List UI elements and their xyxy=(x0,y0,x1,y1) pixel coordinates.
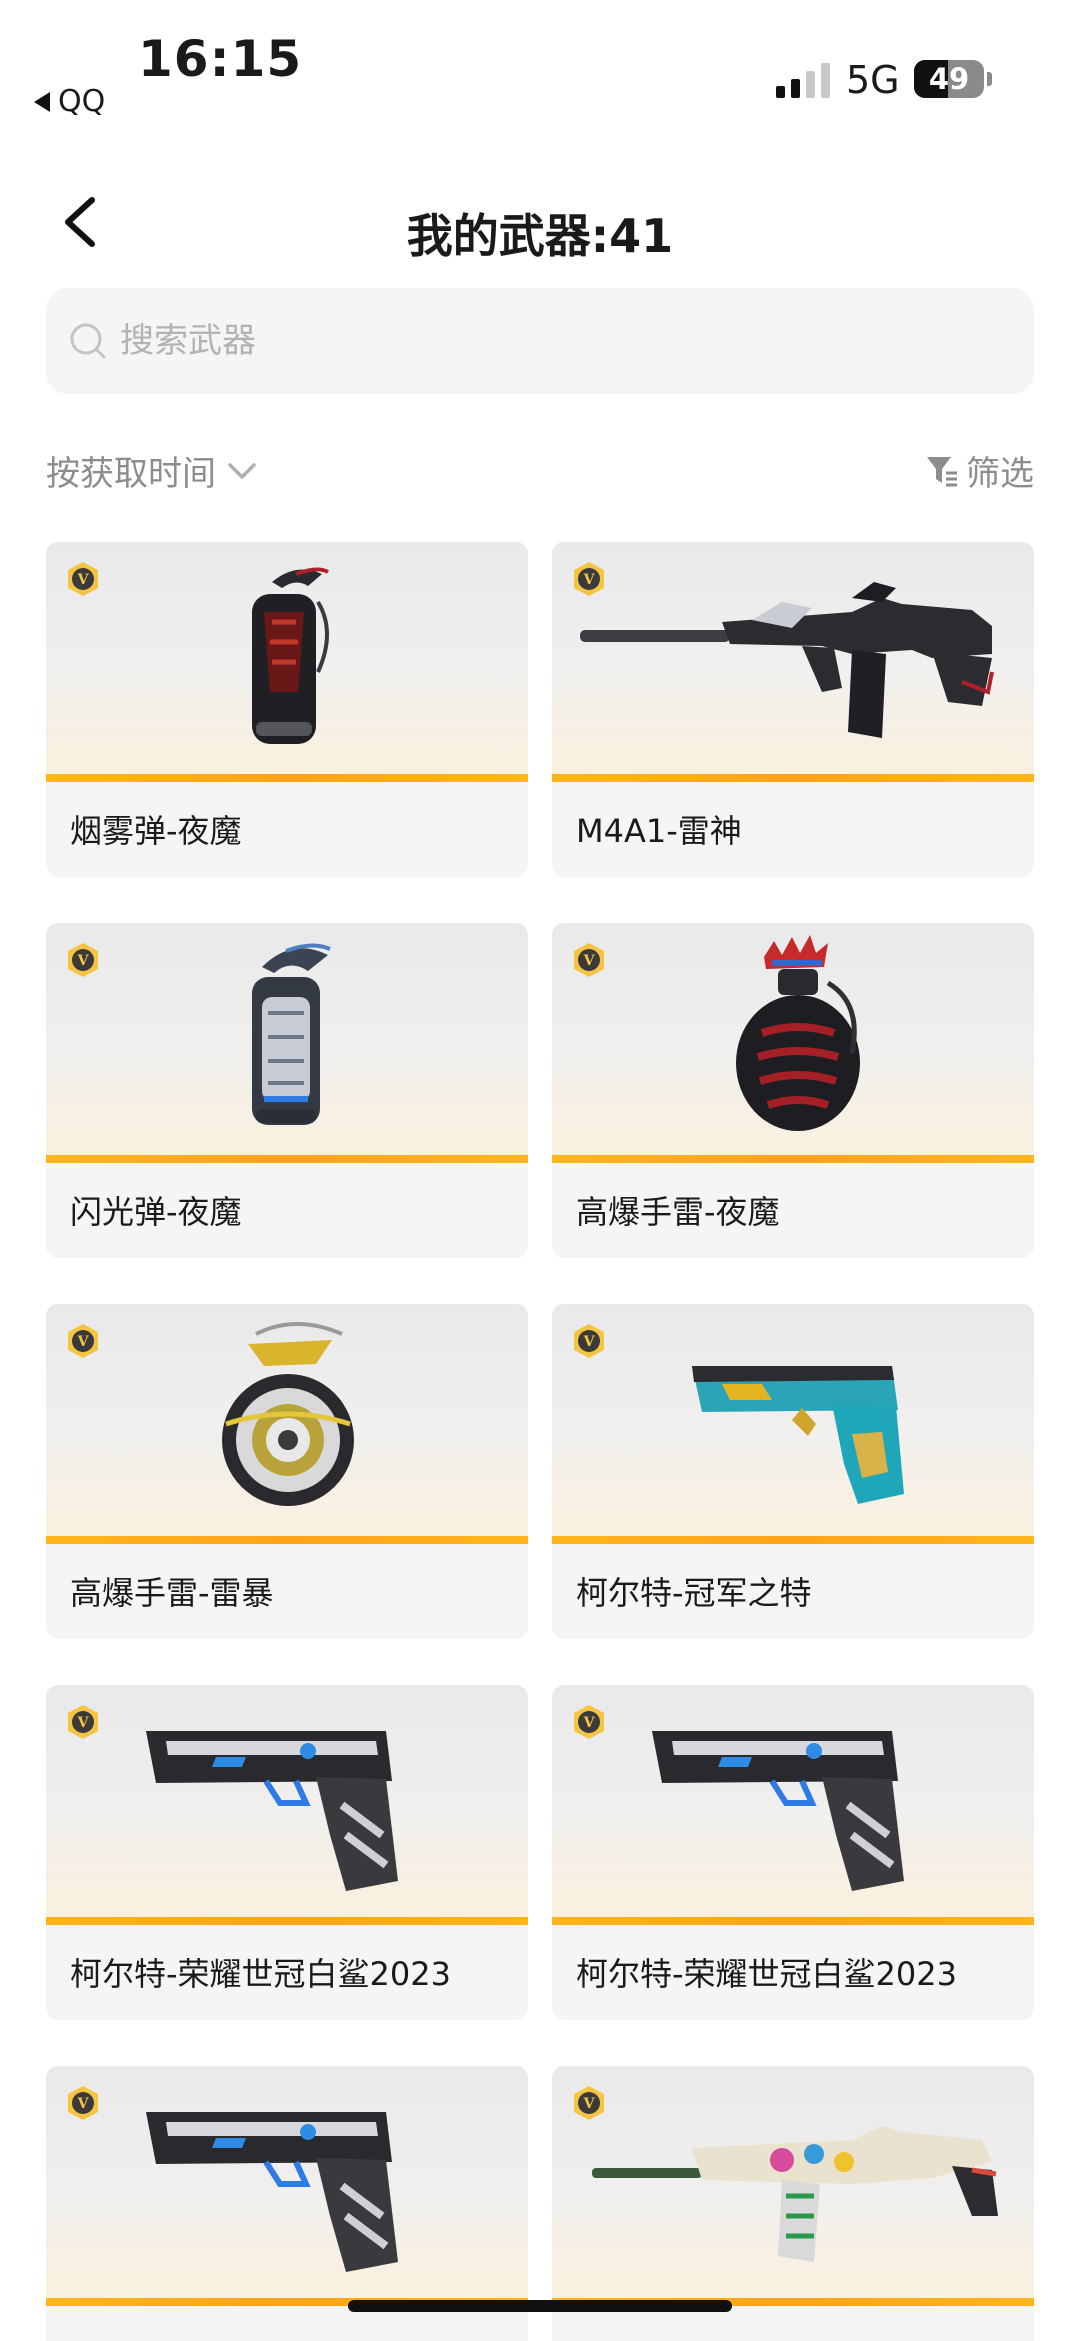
weapon-card[interactable]: V 烟雾弹-夜魔 xyxy=(46,542,528,877)
rarity-stripe xyxy=(552,774,1034,782)
weapon-name: 高爆手雷-夜魔 xyxy=(576,1193,780,1231)
nav-header: 我的武器:41 xyxy=(0,180,1080,270)
back-triangle-icon xyxy=(34,91,50,112)
chevron-down-icon xyxy=(228,462,256,479)
filter-label: 筛选 xyxy=(966,454,1034,494)
weapon-card[interactable]: V 柯尔特-冠军之特 xyxy=(552,1304,1034,1639)
weapon-card[interactable]: V 柯尔特-荣耀世冠白鲨2023 xyxy=(552,1685,1034,2020)
battery-level: 49 xyxy=(928,62,970,96)
rarity-stripe xyxy=(552,1155,1034,1163)
sort-label: 按获取时间 xyxy=(46,454,216,494)
weapon-image-area: V xyxy=(552,1685,1034,1925)
weapon-card[interactable]: V 高爆手雷-夜魔 xyxy=(552,923,1034,1258)
status-bar: 16:15 QQ 5G 49 xyxy=(0,0,1080,130)
rarity-stripe xyxy=(46,1917,528,1925)
weapon-card[interactable]: V 高爆手雷-雷暴 xyxy=(46,1304,528,1639)
frag-grenade-icon xyxy=(222,1322,354,1506)
flash-grenade-icon xyxy=(252,943,331,1125)
home-indicator[interactable] xyxy=(348,2300,732,2312)
pistol-icon xyxy=(146,2112,398,2272)
weapon-name: M4A1-雷神 xyxy=(576,812,742,850)
weapon-grid: V 烟雾弹-夜魔 V M4A1-雷神 V 闪光弹-夜魔 V 高爆手雷-夜魔 V … xyxy=(46,542,1034,2341)
rarity-stripe xyxy=(46,1536,528,1544)
weapon-image-area: V xyxy=(46,1304,528,1544)
battery-icon: 49 xyxy=(914,60,984,98)
weapon-image-area: V xyxy=(552,923,1034,1163)
page-title: 我的武器:41 xyxy=(406,209,674,263)
frag-grenade-icon xyxy=(736,935,860,1131)
back-app-label: QQ xyxy=(58,84,106,119)
rarity-stripe xyxy=(46,1155,528,1163)
weapon-name: 闪光弹-夜魔 xyxy=(70,1193,242,1231)
pistol-icon xyxy=(652,1731,904,1891)
weapon-image-area: V xyxy=(46,1685,528,1925)
smoke-grenade-icon xyxy=(252,567,330,744)
status-time: 16:15 xyxy=(138,30,303,88)
weapon-name: 柯尔特-荣耀世冠白鲨2023 xyxy=(576,1955,957,1993)
search-icon xyxy=(70,323,106,359)
filter-button[interactable]: 筛选 xyxy=(924,446,1034,495)
rarity-stripe xyxy=(552,1917,1034,1925)
search-input[interactable] xyxy=(120,321,1000,361)
weapon-card[interactable]: V 闪光弹-夜魔 xyxy=(46,923,528,1258)
weapon-image-area: V xyxy=(552,2066,1034,2306)
rarity-stripe xyxy=(552,1536,1034,1544)
search-bar[interactable] xyxy=(46,288,1034,394)
rifle-icon xyxy=(580,582,994,738)
weapon-image-area: V xyxy=(46,923,528,1163)
cellular-signal-icon xyxy=(776,62,830,98)
weapon-name: 高爆手雷-雷暴 xyxy=(70,1574,274,1612)
weapon-image-area: V xyxy=(552,542,1034,782)
weapon-name: 柯尔特-荣耀世冠白鲨2023 xyxy=(70,1955,451,1993)
weapon-image-area: V xyxy=(46,542,528,782)
weapon-card[interactable]: V M4A1-雷神 xyxy=(552,542,1034,877)
back-to-app-link[interactable]: QQ xyxy=(34,84,105,119)
rarity-stripe xyxy=(46,774,528,782)
battery-tip xyxy=(987,72,992,86)
filter-icon xyxy=(927,456,957,486)
weapon-image-area: V xyxy=(552,1304,1034,1544)
pistol-icon xyxy=(146,1731,398,1891)
rifle-icon xyxy=(592,2126,998,2262)
weapon-image-area: V xyxy=(46,2066,528,2306)
network-type: 5G xyxy=(846,58,900,102)
weapon-name: 烟雾弹-夜魔 xyxy=(70,812,242,850)
weapon-card[interactable]: V 柯尔特-荣耀世冠白鲨2023 xyxy=(46,1685,528,2020)
sort-dropdown[interactable]: 按获取时间 xyxy=(46,446,258,495)
pistol-icon xyxy=(692,1366,904,1504)
weapon-name: 柯尔特-冠军之特 xyxy=(576,1574,812,1612)
